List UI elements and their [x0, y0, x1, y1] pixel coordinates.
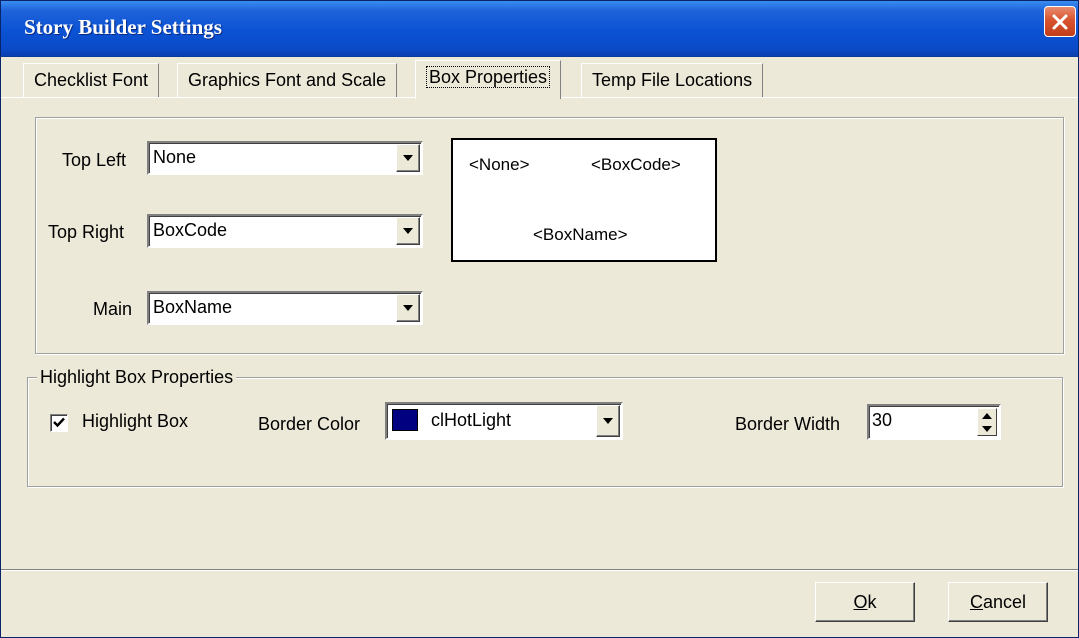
- color-swatch: [392, 409, 418, 431]
- cancel-button[interactable]: Cancel: [948, 582, 1048, 622]
- box-preview: <None> <BoxCode> <BoxName>: [451, 138, 717, 262]
- border-color-dropdown-button[interactable]: [596, 405, 620, 437]
- spin-buttons[interactable]: [977, 408, 997, 436]
- preview-top-left: <None>: [469, 155, 530, 174]
- tab-checklist-font[interactable]: Checklist Font: [23, 63, 160, 97]
- border-color-combo[interactable]: clHotLight: [385, 402, 623, 440]
- preview-main: <BoxName>: [533, 225, 628, 244]
- border-color-label: Border Color: [258, 414, 361, 434]
- preview-top-right: <BoxCode>: [591, 155, 681, 174]
- title-bar[interactable]: Story Builder Settings: [1, 1, 1078, 57]
- spin-down-button[interactable]: [978, 422, 996, 435]
- spin-up-icon: [982, 412, 992, 419]
- chevron-down-icon: [403, 305, 413, 311]
- border-width-spinner[interactable]: 30: [867, 404, 1001, 440]
- close-icon: [1052, 14, 1068, 29]
- top-right-label: Top Right: [48, 222, 125, 242]
- spin-down-icon: [982, 425, 992, 432]
- top-left-combo[interactable]: None: [147, 141, 423, 175]
- top-left-dropdown-button[interactable]: [396, 144, 420, 172]
- cancel-label-rest: ancel: [982, 592, 1027, 612]
- tab-label: Box Properties: [426, 66, 551, 88]
- main-combo[interactable]: BoxName: [147, 291, 423, 325]
- spin-up-button[interactable]: [978, 409, 996, 422]
- chevron-down-icon: [403, 228, 413, 234]
- top-right-value: BoxCode: [153, 220, 228, 240]
- border-width-value: 30: [872, 410, 893, 430]
- main-label: Main: [93, 299, 133, 319]
- top-right-dropdown-button[interactable]: [396, 217, 420, 245]
- highlight-box-label[interactable]: Highlight Box: [82, 411, 188, 432]
- window-title: Story Builder Settings: [24, 15, 222, 39]
- main-value: BoxName: [153, 297, 233, 317]
- chevron-down-icon: [603, 418, 613, 424]
- ok-label-rest: k: [867, 592, 877, 612]
- top-left-value: None: [153, 147, 197, 167]
- close-button[interactable]: [1044, 6, 1076, 37]
- tab-box-properties[interactable]: Box Properties: [415, 60, 562, 99]
- main-dropdown-button[interactable]: [396, 294, 420, 322]
- cancel-mnemonic: C: [969, 592, 983, 612]
- highlight-group-label: Highlight Box Properties: [37, 367, 237, 388]
- tab-temp-file-locations[interactable]: Temp File Locations: [581, 63, 764, 97]
- border-width-label: Border Width: [735, 414, 841, 434]
- tab-label: Temp File Locations: [592, 70, 753, 90]
- tab-graphics-font-and-scale[interactable]: Graphics Font and Scale: [177, 63, 398, 97]
- button-bar-separator: [1, 569, 1078, 571]
- ok-button[interactable]: Ok: [815, 582, 915, 622]
- chevron-down-icon: [403, 155, 413, 161]
- tab-label: Graphics Font and Scale: [188, 70, 387, 90]
- check-icon: [53, 417, 65, 428]
- top-left-label: Top Left: [62, 150, 127, 170]
- border-color-value: clHotLight: [431, 410, 512, 430]
- settings-dialog: Story Builder Settings Checklist Font Gr…: [0, 0, 1079, 638]
- top-right-combo[interactable]: BoxCode: [147, 214, 423, 248]
- highlight-box-checkbox[interactable]: [50, 414, 68, 432]
- tab-label: Checklist Font: [34, 70, 149, 90]
- ok-mnemonic: O: [853, 592, 868, 612]
